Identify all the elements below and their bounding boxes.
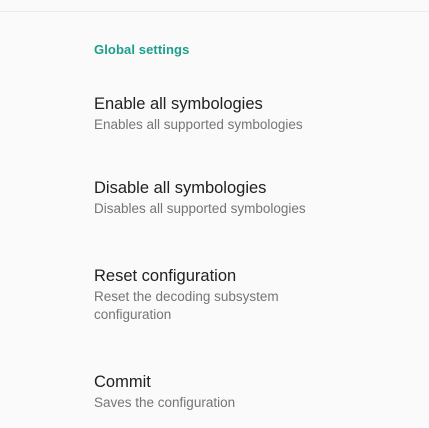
category-title-global-settings: Global settings bbox=[94, 42, 190, 57]
pref-title: Enable all symbologies bbox=[94, 95, 263, 113]
pref-summary: Saves the configuration bbox=[94, 395, 236, 410]
pref-title: Disable all symbologies bbox=[94, 179, 267, 197]
pref-summary: Disables all supported symbologies bbox=[94, 201, 306, 216]
pref-commit[interactable]: Commit Saves the configuration bbox=[0, 371, 429, 412]
top-divider bbox=[0, 11, 429, 12]
pref-enable-all-symbologies[interactable]: Enable all symbologies Enables all suppo… bbox=[0, 93, 429, 134]
pref-summary: Enables all supported symbologies bbox=[94, 117, 303, 132]
pref-summary: Reset the decoding subsystem configurati… bbox=[94, 289, 279, 322]
pref-title: Reset configuration bbox=[94, 267, 237, 285]
pref-disable-all-symbologies[interactable]: Disable all symbologies Disables all sup… bbox=[0, 177, 429, 218]
pref-title: Commit bbox=[94, 373, 151, 391]
pref-reset-configuration[interactable]: Reset configuration Reset the decoding s… bbox=[0, 265, 429, 324]
